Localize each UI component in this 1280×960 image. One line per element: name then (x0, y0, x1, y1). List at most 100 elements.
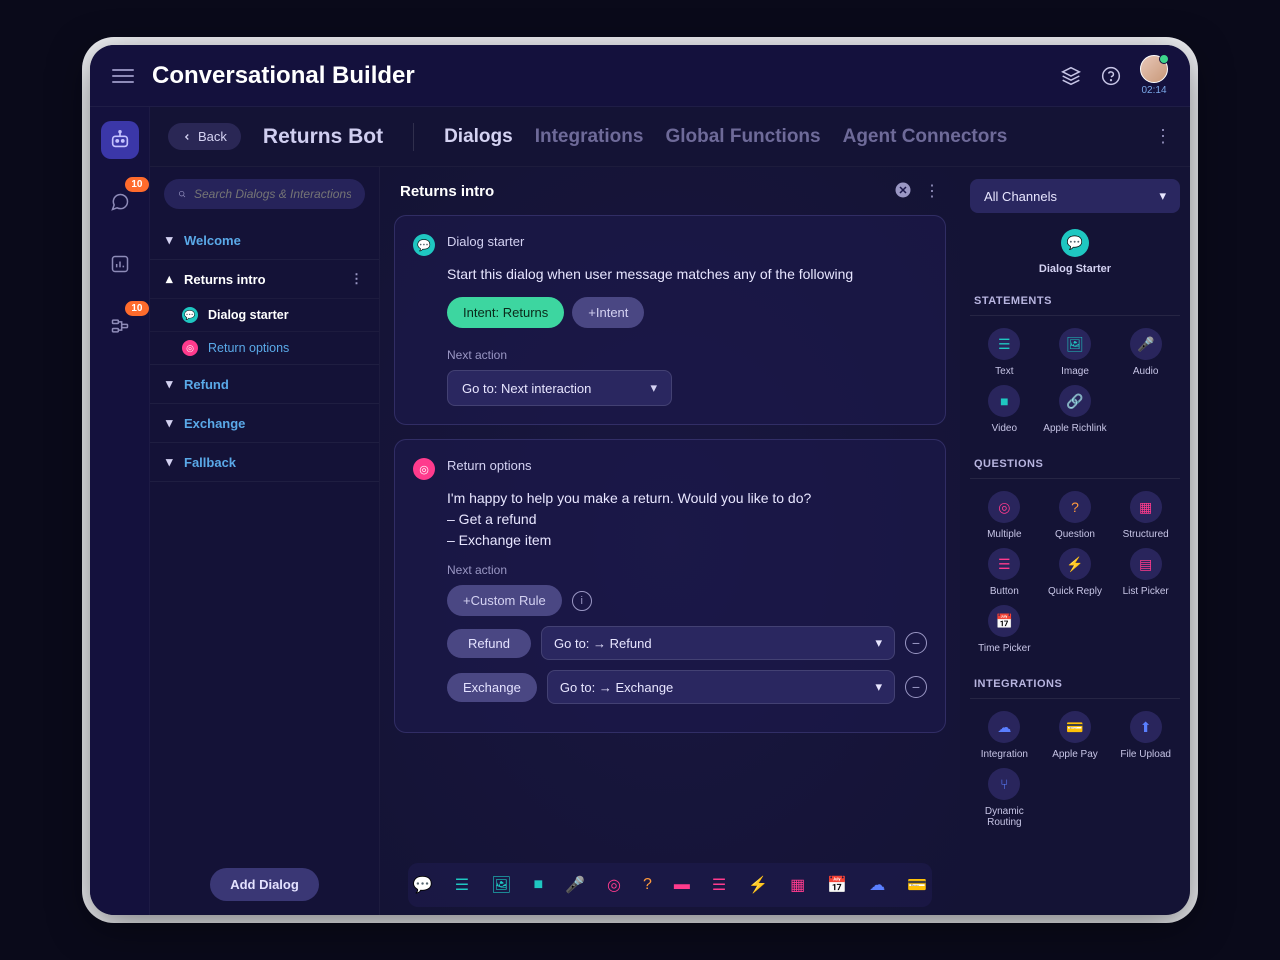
target-icon: ◎ (182, 340, 198, 356)
rail-flow-badge: 10 (125, 301, 148, 316)
chevron-down-icon: ▾ (650, 380, 657, 396)
pal-structured[interactable]: ▦Structured (1111, 489, 1180, 542)
section-statements: STATEMENTS (970, 287, 1180, 316)
tool-question-icon[interactable]: ? (643, 876, 652, 894)
next-action-select[interactable]: Go to: Next interaction ▾ (447, 370, 672, 406)
help-icon[interactable] (1100, 65, 1122, 87)
tool-time-icon[interactable]: 📅 (827, 875, 847, 895)
custom-rule-button[interactable]: +Custom Rule (447, 585, 562, 616)
sub-return-options[interactable]: ◎ Return options (150, 331, 379, 364)
tool-card-icon[interactable]: 💳 (907, 875, 927, 895)
tab-global-functions[interactable]: Global Functions (665, 126, 820, 148)
pal-listpicker[interactable]: ▤List Picker (1111, 546, 1180, 599)
dialog-label: Fallback (184, 455, 236, 470)
pal-quickreply[interactable]: ⚡Quick Reply (1041, 546, 1110, 599)
user-avatar-wrap[interactable]: 02:14 (1140, 55, 1168, 96)
intent-chip[interactable]: Intent: Returns (447, 297, 564, 328)
tool-quick-icon[interactable]: ⚡ (748, 875, 768, 895)
select-value: Go to: Next interaction (462, 381, 591, 396)
tab-integrations[interactable]: Integrations (535, 126, 644, 148)
pal-image[interactable]: 🖼Image (1041, 326, 1110, 379)
layers-icon[interactable] (1060, 65, 1082, 87)
rail-flow-icon[interactable]: 10 (101, 307, 139, 345)
chevron-down-icon: ▾ (875, 679, 882, 695)
close-circle-icon[interactable] (894, 181, 912, 201)
pal-multiple[interactable]: ◎Multiple (970, 489, 1039, 542)
search-input[interactable] (194, 187, 351, 201)
rail-bot-icon[interactable] (101, 121, 139, 159)
rule-tag-refund[interactable]: Refund (447, 629, 531, 658)
tool-cloud-icon[interactable]: ☁ (869, 875, 885, 895)
channel-select[interactable]: All Channels ▾ (970, 179, 1180, 213)
tabs-more-icon[interactable]: ⋮ (1154, 126, 1172, 147)
tool-structured-icon[interactable]: ▦ (790, 875, 805, 895)
pal-text[interactable]: ☰Text (970, 326, 1039, 379)
pal-applepay[interactable]: 💳Apple Pay (1041, 709, 1110, 762)
session-timer: 02:14 (1141, 85, 1166, 96)
card-return-options: ◎ Return options I'm happy to help you m… (394, 439, 946, 733)
dialog-label: Welcome (184, 233, 241, 248)
rule-tag-exchange[interactable]: Exchange (447, 673, 537, 702)
canvas-title: Returns intro (400, 183, 894, 200)
section-questions: QUESTIONS (970, 450, 1180, 479)
target-icon: ◎ (413, 458, 435, 480)
tool-list-icon[interactable]: ☰ (712, 875, 726, 895)
tab-agent-connectors[interactable]: Agent Connectors (843, 126, 1008, 148)
dialog-fallback[interactable]: ▾ Fallback (150, 443, 379, 482)
dialog-starter-hero[interactable]: 💬 Dialog Starter (970, 229, 1180, 275)
pal-richlink[interactable]: 🔗Apple Richlink (1041, 383, 1110, 436)
remove-icon[interactable]: − (905, 632, 927, 654)
back-button[interactable]: Back (168, 123, 241, 150)
back-label: Back (198, 129, 227, 144)
rule-select-exchange[interactable]: Go to: → Exchange ▾ (547, 670, 895, 704)
rail-chat-icon[interactable]: 10 (101, 183, 139, 221)
info-icon[interactable]: i (572, 591, 592, 611)
dialog-refund[interactable]: ▾ Refund (150, 365, 379, 404)
rail-chat-badge: 10 (125, 177, 148, 192)
user-avatar (1140, 55, 1168, 83)
rule-select-refund[interactable]: Go to: → Refund ▾ (541, 626, 895, 660)
chat-bubble-icon: 💬 (1061, 229, 1089, 257)
more-icon[interactable]: ⋮ (350, 271, 363, 287)
card-title: Return options (447, 458, 532, 473)
pal-fileupload[interactable]: ⬆File Upload (1111, 709, 1180, 762)
tool-audio-icon[interactable]: 🎤 (565, 875, 585, 895)
add-intent-button[interactable]: +Intent (572, 297, 644, 328)
chat-bubble-icon: 💬 (413, 234, 435, 256)
pal-dynroute[interactable]: ⑂Dynamic Routing (970, 766, 1039, 830)
chevron-up-icon: ▴ (166, 271, 176, 287)
tool-target-icon[interactable]: ◎ (607, 875, 621, 895)
chevron-down-icon: ▾ (166, 415, 176, 431)
sub-dialog-starter[interactable]: 💬 Dialog starter (150, 298, 379, 331)
search-box[interactable] (164, 179, 365, 209)
tool-button-icon[interactable]: ▬ (674, 876, 690, 894)
dialog-label: Returns intro (184, 272, 342, 287)
app-title: Conversational Builder (152, 62, 1042, 90)
pal-audio[interactable]: 🎤Audio (1111, 326, 1180, 379)
rail-analytics-icon[interactable] (101, 245, 139, 283)
pal-timepicker[interactable]: 📅Time Picker (970, 603, 1039, 656)
tool-video-icon[interactable]: ■ (533, 876, 543, 894)
dialog-exchange[interactable]: ▾ Exchange (150, 404, 379, 443)
chat-bubble-icon: 💬 (182, 307, 198, 323)
pal-button[interactable]: ☰Button (970, 546, 1039, 599)
chevron-down-icon: ▾ (166, 376, 176, 392)
menu-icon[interactable] (112, 69, 134, 83)
chevron-down-icon: ▾ (875, 635, 882, 651)
more-icon[interactable]: ⋮ (924, 181, 940, 201)
remove-icon[interactable]: − (905, 676, 927, 698)
tab-dialogs[interactable]: Dialogs (444, 126, 513, 148)
add-dialog-button[interactable]: Add Dialog (210, 868, 319, 901)
tool-chat-icon[interactable]: 💬 (413, 875, 433, 895)
pal-video[interactable]: ■Video (970, 383, 1039, 436)
dialog-label: Exchange (184, 416, 245, 431)
pal-integration[interactable]: ☁Integration (970, 709, 1039, 762)
section-integrations: INTEGRATIONS (970, 670, 1180, 699)
dialog-returns-intro[interactable]: ▴ Returns intro ⋮ (150, 260, 379, 298)
dialog-welcome[interactable]: ▾ Welcome (150, 221, 379, 260)
next-action-label: Next action (447, 348, 927, 362)
tool-image-icon[interactable]: 🖼 (491, 875, 511, 895)
divider (413, 123, 414, 151)
tool-text-icon[interactable]: ☰ (455, 875, 469, 895)
pal-question[interactable]: ?Question (1041, 489, 1110, 542)
